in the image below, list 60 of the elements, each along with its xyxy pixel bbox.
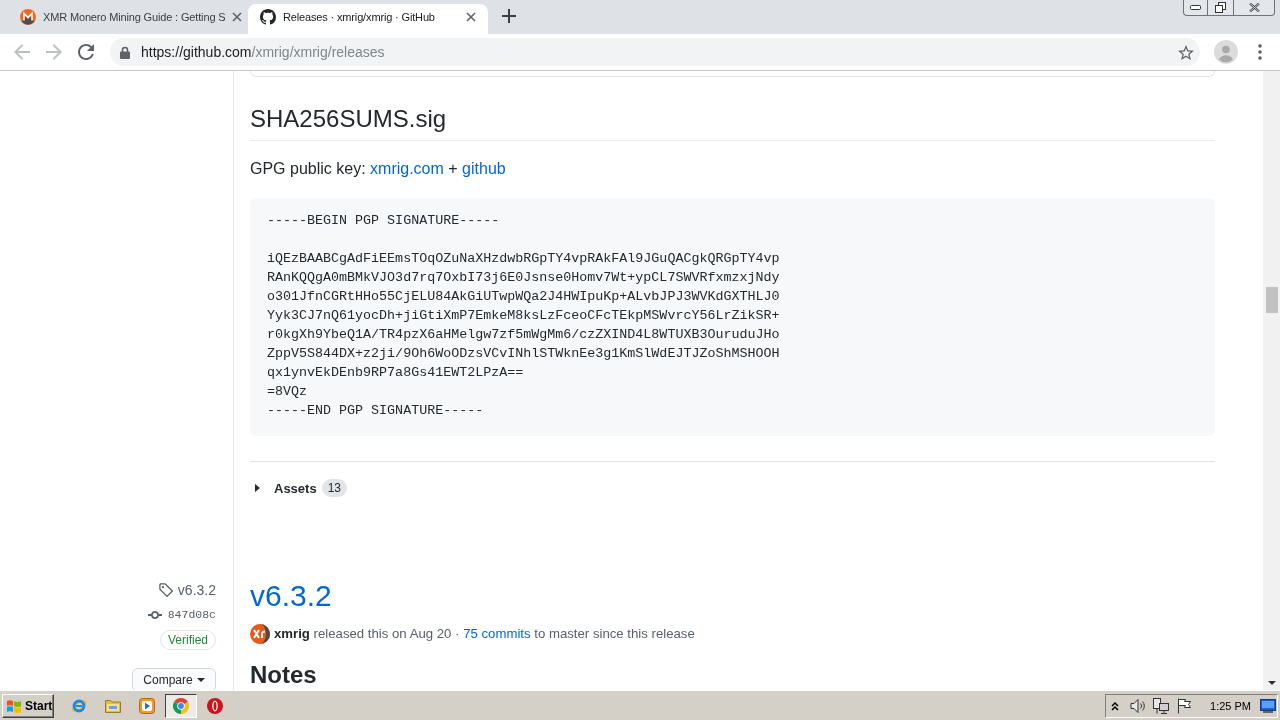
close-icon[interactable]: [466, 12, 476, 22]
key-link[interactable]: xmrig.com: [370, 160, 444, 177]
media-player-icon: [139, 697, 155, 714]
url-text: https://github.com/xmrig/xmrig/releases: [141, 44, 385, 60]
bookmark-button[interactable]: [1178, 44, 1194, 60]
minimize-button[interactable]: [1183, 0, 1208, 16]
new-tab-button[interactable]: [501, 8, 517, 24]
commits-link[interactable]: 75 commits: [463, 626, 531, 641]
star-icon: [1178, 44, 1194, 60]
notes-heading: Notes: [250, 661, 317, 688]
menu-icon: [1258, 44, 1262, 60]
clock-text: 1:25 PM: [1210, 699, 1251, 712]
browser-tab[interactable]: Releases · xmrig/xmrig · GitHub: [248, 4, 488, 34]
coin-logo-icon: [20, 9, 36, 25]
ring-logo-icon: [207, 697, 223, 714]
browser-logo-icon: [71, 697, 87, 714]
flag-logo-icon: [6, 698, 22, 713]
compare-button[interactable]: Compare: [132, 668, 216, 690]
close-button[interactable]: [1234, 0, 1275, 16]
cat-silhouette-icon: [260, 9, 276, 25]
section-heading: SHA256SUMS.sig: [250, 104, 447, 134]
back-arrow-icon: [14, 44, 30, 60]
start-button[interactable]: Start: [2, 693, 54, 718]
scroll-down-icon[interactable]: [1267, 681, 1276, 685]
double-chevron-icon[interactable]: [1111, 700, 1120, 711]
commit-icon: [147, 611, 162, 619]
close-icon[interactable]: [232, 12, 243, 22]
tag-link[interactable]: v6.3.2: [158, 580, 216, 600]
minimize-icon: [1190, 5, 1201, 10]
desktop-icon[interactable]: [1260, 698, 1276, 713]
avatar-icon: [250, 624, 270, 644]
close-icon: [1248, 3, 1260, 12]
circle-logo-icon: [173, 697, 189, 714]
reload-icon: [78, 44, 94, 60]
count-badge: 13: [321, 479, 347, 497]
restore-button[interactable]: [1208, 0, 1234, 16]
person-icon: [1214, 40, 1238, 64]
speaker-icon[interactable]: [1130, 697, 1147, 714]
tag-icon: [158, 583, 173, 597]
address-bar[interactable]: https://github.com/xmrig/xmrig/releases: [110, 38, 1200, 66]
scrollbar-thumb[interactable]: [1265, 287, 1278, 313]
browser-tab[interactable]: XMR Monero Mining Guide : Getting S: [8, 4, 248, 34]
release-title-link[interactable]: v6.3.2: [250, 579, 332, 612]
restore-icon: [1215, 2, 1226, 13]
gpg-key-text: GPG public key: xmrig.com + github: [250, 159, 507, 179]
assets-toggle[interactable]: Assets: [250, 480, 317, 496]
menu-button[interactable]: [1255, 43, 1265, 61]
network-icon[interactable]: [1153, 697, 1170, 714]
caret-icon: [196, 678, 205, 682]
release-meta-text: xmrig released this on Aug 20 · 75 commits to master since this release: [274, 625, 695, 643]
flag-icon[interactable]: [1177, 697, 1193, 714]
author-link[interactable]: xmrig: [274, 626, 310, 641]
commit-link[interactable]: 847d08c: [147, 605, 216, 625]
code-block: -----BEGIN PGP SIGNATURE----- iQEzBAABCgAdFiEEmsTOqOZuNaXHzdwbRGpTY4vpRAkFAl9JGuQACgkQRGpTY4vp RAnKQQgA0mBMkVJO3d7rq7OxbI73j6E0Jsnse0Homv7Wt+ypCL7SWVRfxmzxjNdy o301JfnCGRtHHo55CjELU84AkGiUTwpWQa2J4HWIpuKp+ALvbJPJ3WVKdGXTHLJ0 Yyk3CJ7nQ61yocDh+jiGtiXmP7EmkeM8ksLzFceoCFcTEkpMSWvrcY56LrZikSR+ r0kgXh9YbeQ1A/TR4pzX6aHMelgw7zf5mWgMm6/czZXIND4L8WTUXB3OuruduJHo ZppV5S844DX+z2ji/9Oh6WoODzsVCvINhlSTWknEe3g1KmSlWdEJTJZoShMSHOOH qx1ynvEkDEnb9RP7a8Gs41EWT2LPzA== =8VQz -----END PGP SIGNATURE-----: [250, 198, 1215, 436]
lock-icon: [120, 45, 130, 59]
forward-arrow-icon: [46, 44, 62, 60]
plus-icon: [502, 9, 516, 23]
key-link[interactable]: github: [462, 160, 506, 177]
folder-icon: [105, 698, 121, 713]
taskbar-button[interactable]: [165, 693, 197, 718]
